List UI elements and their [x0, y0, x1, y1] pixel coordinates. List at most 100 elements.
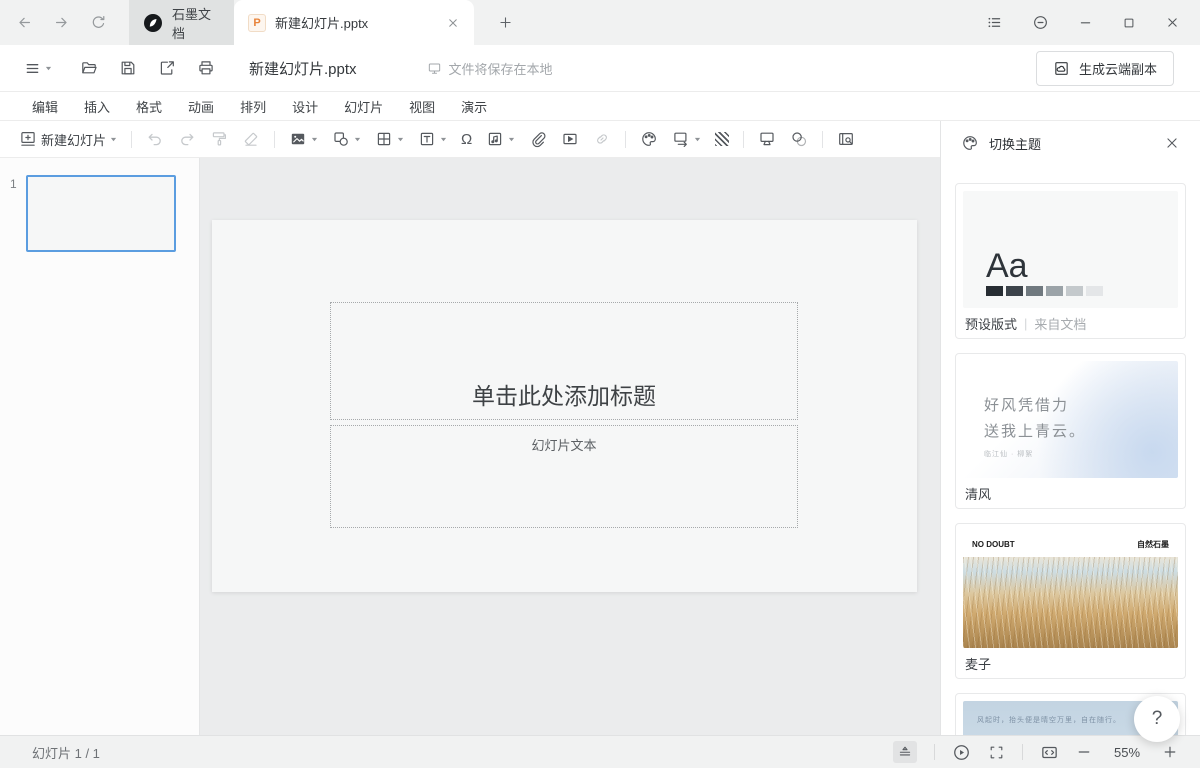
export-icon[interactable]: [158, 59, 176, 77]
slide-surface: 单击此处添加标题 幻灯片文本: [212, 220, 917, 592]
insert-video-button[interactable]: [554, 125, 586, 153]
menu-animation[interactable]: 动画: [188, 97, 214, 116]
document-title: 新建幻灯片.pptx: [249, 58, 357, 79]
insert-link-button[interactable]: [586, 125, 618, 153]
menu-slide[interactable]: 幻灯片: [344, 97, 383, 116]
insert-attachment-button[interactable]: [522, 125, 554, 153]
theme-panel: 切换主题 Aa 预设版式 | 来自文档 好风凭借力: [940, 121, 1200, 735]
slide-overview-button[interactable]: [830, 125, 862, 153]
palette-icon: [640, 130, 658, 148]
background-button[interactable]: [708, 125, 736, 153]
fit-width-icon[interactable]: [1040, 743, 1059, 762]
menu-insert[interactable]: 插入: [84, 97, 110, 116]
doc-cloud-icon: [1053, 60, 1070, 77]
shimo-logo-icon: [143, 13, 163, 33]
breeze-line2: 送我上青云。: [984, 419, 1086, 445]
presenter-screen-icon: [758, 130, 776, 148]
insert-image-button[interactable]: [282, 125, 325, 153]
theme-panel-header: 切换主题: [941, 121, 1200, 165]
statusbar: 幻灯片 1 / 1 55%: [0, 735, 1200, 768]
color-swatch: [1006, 286, 1023, 296]
zoom-out-icon[interactable]: [1076, 744, 1092, 760]
print-icon[interactable]: [197, 59, 215, 77]
color-swatch: [1066, 286, 1083, 296]
image-icon: [289, 130, 307, 148]
refresh-icon[interactable]: [90, 14, 107, 31]
redo-icon[interactable]: [171, 125, 203, 153]
theme-card-preset[interactable]: Aa 预设版式 | 来自文档: [955, 183, 1186, 339]
presenter-view-button[interactable]: [751, 125, 783, 153]
theme-panel-title: 切换主题: [989, 134, 1041, 153]
new-slide-icon: [19, 130, 37, 148]
insert-symbol-button[interactable]: Ω: [454, 125, 479, 153]
create-cloud-copy-button[interactable]: 生成云端副本: [1036, 51, 1174, 86]
fullscreen-icon[interactable]: [988, 744, 1005, 761]
window-close-icon[interactable]: [1165, 15, 1180, 30]
breeze-line1: 好风凭借力: [984, 393, 1086, 419]
save-icon[interactable]: [119, 59, 137, 77]
theme-preview-wheat: NO DOUBT 自然石墨: [963, 531, 1178, 648]
minimize-to-tray-icon[interactable]: [1032, 14, 1049, 31]
slide-thumbnail[interactable]: [26, 175, 176, 252]
new-slide-button[interactable]: 新建幻灯片: [12, 125, 124, 153]
tab-close-icon[interactable]: [446, 16, 460, 30]
slide-counter: 幻灯片 1 / 1: [32, 743, 100, 762]
undo-icon[interactable]: [139, 125, 171, 153]
slide-toolbar: 新建幻灯片: [0, 121, 940, 158]
transition-button[interactable]: [665, 125, 708, 153]
palette-icon: [961, 134, 979, 152]
zoom-in-icon[interactable]: [1162, 744, 1178, 760]
menu-view[interactable]: 视图: [409, 97, 435, 116]
body-placeholder[interactable]: 幻灯片文本: [330, 425, 798, 528]
editor-canvas: 单击此处添加标题 幻灯片文本: [200, 158, 940, 735]
background-pattern-icon: [715, 132, 729, 146]
menu-edit[interactable]: 编辑: [32, 97, 58, 116]
clear-format-icon[interactable]: [235, 125, 267, 153]
menu-design[interactable]: 设计: [292, 97, 318, 116]
theme-source: 来自文档: [1034, 314, 1086, 333]
theme-card-wheat[interactable]: NO DOUBT 自然石墨 麦子: [955, 523, 1186, 679]
menu-format[interactable]: 格式: [136, 97, 162, 116]
pptx-file-icon: P: [248, 14, 266, 32]
insert-shape-button[interactable]: [325, 125, 368, 153]
tab-home-label: 石墨文档: [172, 4, 220, 42]
main-menu-button[interactable]: [24, 60, 52, 77]
titlebar: 石墨文档 P 新建幻灯片.pptx: [0, 0, 1200, 45]
tab-document[interactable]: P 新建幻灯片.pptx: [234, 0, 474, 45]
theme-color-button[interactable]: [633, 125, 665, 153]
window-minimize-icon[interactable]: [1078, 15, 1093, 30]
insert-table-button[interactable]: [368, 125, 411, 153]
open-file-icon[interactable]: [80, 59, 98, 77]
theme-card-breeze[interactable]: 好风凭借力 送我上青云。 临江仙 · 柳絮 清风: [955, 353, 1186, 509]
forward-icon[interactable]: [53, 14, 70, 31]
color-swatch: [986, 286, 1003, 296]
insert-textbox-button[interactable]: [411, 125, 454, 153]
sky-caption: 风起时，抬头便是晴空万里，自在随行。: [977, 715, 1121, 725]
menu-arrange[interactable]: 排列: [240, 97, 266, 116]
back-icon[interactable]: [16, 14, 33, 31]
tab-home[interactable]: 石墨文档: [129, 0, 234, 45]
help-button[interactable]: ?: [1134, 696, 1180, 742]
format-painter-icon[interactable]: [203, 125, 235, 153]
textbox-icon: [418, 130, 436, 148]
color-swatch: [1026, 286, 1043, 296]
theme-name: 清风: [965, 484, 991, 503]
omega-icon: Ω: [461, 132, 472, 147]
zoom-level: 55%: [1109, 745, 1145, 760]
attachment-icon: [529, 130, 547, 148]
laser-pointer-button[interactable]: [783, 125, 815, 153]
laser-pointer-icon: [790, 130, 808, 148]
notes-toggle-button[interactable]: [893, 741, 917, 763]
start-presentation-icon[interactable]: [952, 743, 971, 762]
tab-list-icon[interactable]: [986, 14, 1003, 31]
window-maximize-icon[interactable]: [1122, 16, 1136, 30]
theme-card-list: Aa 预设版式 | 来自文档 好风凭借力 送我上青云。 临江仙 · 柳絮: [941, 165, 1200, 735]
panel-close-icon[interactable]: [1164, 135, 1180, 151]
menu-present[interactable]: 演示: [461, 97, 487, 116]
link-icon: [593, 130, 611, 148]
new-tab-button[interactable]: [474, 0, 527, 45]
title-placeholder[interactable]: 单击此处添加标题: [330, 302, 798, 420]
video-icon: [561, 130, 579, 148]
theme-preview-breeze: 好风凭借力 送我上青云。 临江仙 · 柳絮: [963, 361, 1178, 478]
insert-audio-button[interactable]: [479, 125, 522, 153]
